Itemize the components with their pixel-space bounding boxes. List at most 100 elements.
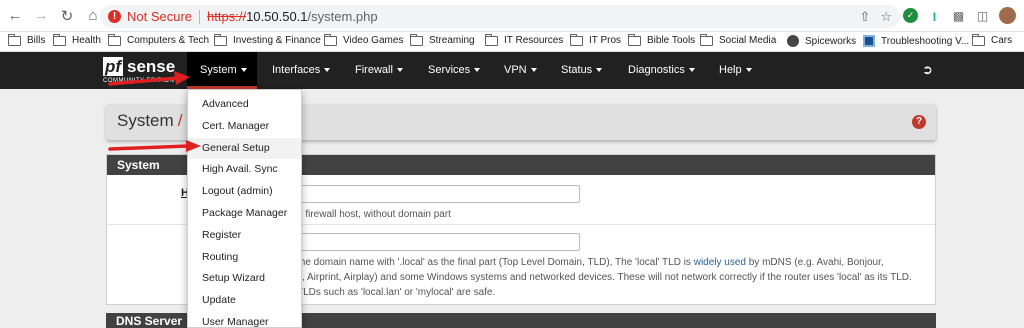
- bookmark-label: Spiceworks: [805, 35, 857, 47]
- bookmark-bible-tools[interactable]: Bible Tools: [628, 33, 696, 46]
- bookmark-bills[interactable]: Bills: [8, 33, 46, 46]
- extensions-puzzle-icon[interactable]: ▩: [951, 8, 966, 23]
- bookmark-star-icon[interactable]: ☆: [880, 9, 892, 25]
- help-icon[interactable]: ?: [912, 115, 926, 129]
- menu-item-general-setup[interactable]: General Setup: [188, 137, 301, 160]
- forward-icon[interactable]: →: [30, 5, 52, 27]
- nav-label: Status: [561, 64, 593, 76]
- breadcrumb-separator: /: [177, 111, 183, 130]
- bookmark-it-pros[interactable]: IT Pros: [570, 33, 622, 46]
- domain-help-line-1: the domain name with '.local' as the fin…: [297, 256, 884, 270]
- url-path: /system.php: [307, 9, 378, 24]
- folder-icon: [108, 33, 121, 46]
- bookmark-label: Troubleshooting V...: [881, 35, 970, 47]
- system-dropdown-menu: Advanced Cert. Manager General Setup Hig…: [187, 89, 302, 328]
- caret-down-icon: [596, 68, 603, 73]
- nav-interfaces[interactable]: Interfaces: [272, 52, 331, 89]
- bookmark-social-media[interactable]: Social Media: [700, 33, 776, 46]
- nav-diagnostics[interactable]: Diagnostics: [628, 52, 695, 89]
- menu-item-update[interactable]: Update: [188, 290, 301, 312]
- menu-item-user-manager[interactable]: User Manager: [188, 312, 301, 328]
- logout-icon[interactable]: ➲: [922, 63, 936, 76]
- extension-check-icon[interactable]: ✓: [903, 8, 918, 23]
- back-icon[interactable]: ←: [4, 5, 26, 27]
- bookmark-streaming[interactable]: Streaming: [410, 33, 475, 46]
- spiceworks-icon: [787, 35, 799, 47]
- caret-down-icon: [688, 68, 695, 73]
- bookmark-cars[interactable]: Cars: [972, 33, 1013, 46]
- reload-icon[interactable]: ↻: [56, 5, 78, 27]
- caret-down-icon: [745, 68, 752, 73]
- annotation-arrow-system: [108, 71, 190, 86]
- bookmark-spiceworks[interactable]: Spiceworks: [787, 35, 856, 47]
- side-panel-icon[interactable]: ◫: [975, 8, 990, 23]
- menu-item-package-manager[interactable]: Package Manager: [188, 203, 301, 225]
- nav-label: System: [200, 64, 237, 76]
- bookmark-label: Investing & Finance: [233, 35, 321, 46]
- hostname-input[interactable]: [290, 185, 580, 203]
- menu-item-register[interactable]: Register: [188, 225, 301, 247]
- caret-down-icon: [240, 68, 247, 73]
- nav-help[interactable]: Help: [719, 52, 752, 89]
- nav-label: Services: [428, 64, 471, 76]
- domain-help-line-2: s, Airprint, Airplay) and some Windows s…: [297, 272, 912, 283]
- menu-item-logout[interactable]: Logout (admin): [188, 181, 301, 203]
- folder-icon: [700, 33, 713, 46]
- nav-label: VPN: [504, 64, 527, 76]
- annotation-arrow-general-setup: [108, 140, 201, 152]
- menu-item-advanced[interactable]: Advanced: [188, 94, 301, 116]
- nav-label: Diagnostics: [628, 64, 685, 76]
- nav-system[interactable]: System: [187, 52, 257, 89]
- breadcrumb-system[interactable]: System: [117, 111, 174, 130]
- menu-item-routing[interactable]: Routing: [188, 247, 301, 269]
- not-secure-icon[interactable]: !: [108, 10, 121, 23]
- folder-icon: [324, 33, 337, 46]
- bookmark-label: IT Resources: [504, 35, 564, 46]
- menu-item-cert-manager[interactable]: Cert. Manager: [188, 116, 301, 138]
- bookmark-computers-tech[interactable]: Computers & Tech: [108, 33, 210, 46]
- bookmark-it-resources[interactable]: IT Resources: [485, 33, 564, 46]
- bookmark-label: IT Pros: [589, 35, 622, 46]
- bookmark-label: Bible Tools: [647, 35, 696, 46]
- folder-icon: [53, 33, 66, 46]
- menu-item-high-avail-sync[interactable]: High Avail. Sync: [188, 159, 301, 181]
- url-scheme: https://: [207, 9, 247, 24]
- bookmark-label: Cars: [991, 35, 1013, 46]
- hostname-help: e firewall host, without domain part: [297, 209, 451, 220]
- nav-status[interactable]: Status: [561, 52, 603, 89]
- widely-used-link[interactable]: widely used: [694, 257, 746, 268]
- bookmark-video-games[interactable]: Video Games: [324, 33, 404, 46]
- domain-input[interactable]: n: [290, 233, 580, 251]
- bookmark-label: Streaming: [429, 35, 475, 46]
- nav-services[interactable]: Services: [428, 52, 481, 89]
- nav-label: Interfaces: [272, 64, 321, 76]
- not-secure-label[interactable]: Not Secure: [127, 9, 192, 24]
- nav-vpn[interactable]: VPN: [504, 52, 537, 89]
- share-icon[interactable]: ⇧: [859, 9, 870, 25]
- bookmark-investing-finance[interactable]: Investing & Finance: [214, 33, 321, 46]
- bookmark-label: Video Games: [343, 35, 404, 46]
- nav-label: Firewall: [355, 64, 393, 76]
- folder-icon: [628, 33, 641, 46]
- bookmarks-bar: Bills Health Computers & Tech Investing …: [0, 32, 1024, 52]
- domain-help-line-3: TLDs such as 'local.lan' or 'mylocal' ar…: [297, 287, 496, 298]
- bookmark-label: Health: [72, 35, 101, 46]
- caret-down-icon: [474, 68, 481, 73]
- address-bar[interactable]: ! Not Secure https:// 10.50.50.1 /system…: [100, 5, 900, 28]
- folder-icon: [570, 33, 583, 46]
- nav-firewall[interactable]: Firewall: [355, 52, 403, 89]
- browser-toolbar: ← → ↻ ⌂ ! Not Secure https:// 10.50.50.1…: [0, 0, 1024, 32]
- caret-down-icon: [324, 68, 331, 73]
- omnibox-divider: [199, 9, 201, 24]
- bookmark-health[interactable]: Health: [53, 33, 101, 46]
- bookmark-label: Bills: [27, 35, 46, 46]
- menu-item-setup-wizard[interactable]: Setup Wizard: [188, 268, 301, 290]
- domain-help-text: the domain name with '.local' as the fin…: [297, 257, 694, 268]
- caret-down-icon: [530, 68, 537, 73]
- extension-teal-icon[interactable]: ו: [927, 8, 942, 24]
- profile-avatar[interactable]: [999, 7, 1016, 24]
- caret-down-icon: [396, 68, 403, 73]
- bookmark-label: Computers & Tech: [127, 35, 210, 46]
- bookmark-troubleshooting[interactable]: Troubleshooting V...: [863, 35, 969, 47]
- folder-icon: [972, 33, 985, 46]
